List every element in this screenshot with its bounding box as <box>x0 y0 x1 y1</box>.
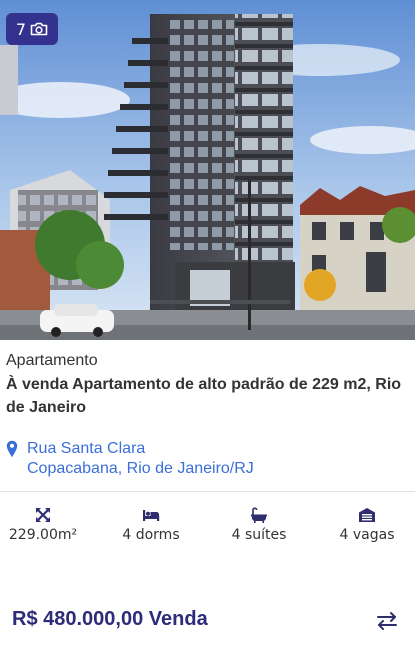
property-card[interactable]: 7 Apartamento À venda Apartamento de alt… <box>0 0 415 648</box>
features-row: 229.00m² 4 dorms 4 suítes 4 vagas <box>0 507 415 547</box>
bed-icon <box>143 510 160 521</box>
camera-icon <box>30 22 48 36</box>
feature-suites: 4 suítes <box>214 507 304 543</box>
expand-arrows-icon <box>36 508 50 522</box>
property-type: Apartamento <box>6 352 98 369</box>
feature-area: 229.00m² <box>0 507 88 543</box>
dorms-value: 4 dorms <box>122 527 180 543</box>
feature-dorms: 4 dorms <box>106 507 196 543</box>
property-photo[interactable]: 7 <box>0 0 415 340</box>
address-block[interactable]: Rua Santa Clara Copacabana, Rio de Janei… <box>6 439 254 479</box>
address-street: Rua Santa Clara <box>27 440 146 457</box>
parking-value: 4 vagas <box>339 527 395 543</box>
photo-count: 7 <box>15 19 27 39</box>
divider <box>0 491 415 492</box>
feature-parking: 4 vagas <box>322 507 412 543</box>
price-label: R$ 480.000,00 Venda <box>12 608 208 630</box>
photo-count-badge[interactable]: 7 <box>6 13 58 45</box>
swap-arrows-icon[interactable] <box>376 611 398 631</box>
suites-value: 4 suítes <box>231 527 287 543</box>
bathtub-icon <box>251 507 267 523</box>
address-area: Copacabana, Rio de Janeiro/RJ <box>27 460 254 477</box>
listing-title[interactable]: À venda Apartamento de alto padrão de 22… <box>6 373 406 419</box>
building-photo-illustration <box>0 0 415 340</box>
area-value: 229.00m² <box>8 527 78 543</box>
map-pin-icon <box>6 440 18 458</box>
garage-icon <box>359 508 375 522</box>
